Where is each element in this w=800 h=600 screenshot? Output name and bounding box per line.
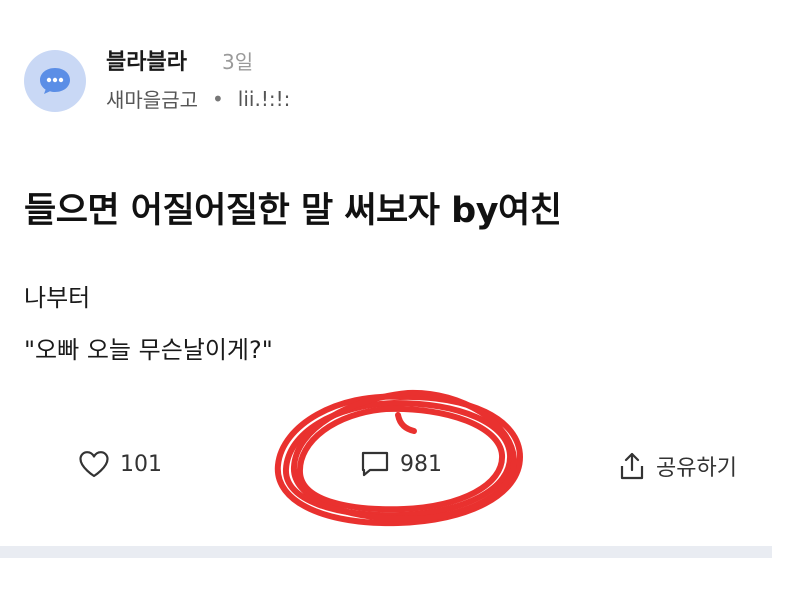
chat-bubble-icon bbox=[40, 68, 70, 94]
post-card: 블라블라 3일 새마을금고 • lii.!:!: 들으면 어질어질한 말 써보자… bbox=[0, 0, 800, 600]
share-label: 공유하기 bbox=[656, 456, 737, 481]
like-button[interactable]: 101 bbox=[78, 450, 162, 478]
company-name[interactable]: 새마을금고 bbox=[106, 84, 198, 113]
meta-separator: • bbox=[212, 86, 224, 111]
share-button[interactable]: 공유하기 bbox=[618, 450, 737, 482]
author-nickname: lii.!:!: bbox=[237, 86, 291, 111]
post-body-line: 나부터 bbox=[24, 284, 91, 312]
section-divider bbox=[0, 546, 772, 558]
author-meta: 새마을금고 • lii.!:!: bbox=[106, 84, 290, 113]
author-name[interactable]: 블라블라 bbox=[106, 44, 187, 76]
share-icon bbox=[620, 452, 644, 480]
avatar[interactable] bbox=[24, 50, 86, 112]
post-body-line: "오빠 오늘 무슨날이게?" bbox=[24, 336, 273, 364]
comment-button[interactable]: 981 bbox=[360, 450, 442, 478]
like-count: 101 bbox=[120, 451, 162, 477]
comment-count: 981 bbox=[400, 451, 442, 477]
heart-icon bbox=[79, 451, 109, 478]
post-age: 3일 bbox=[222, 50, 254, 74]
post-title: 들으면 어질어질한 말 써보자 by여친 bbox=[24, 191, 562, 231]
comment-icon bbox=[361, 451, 389, 477]
